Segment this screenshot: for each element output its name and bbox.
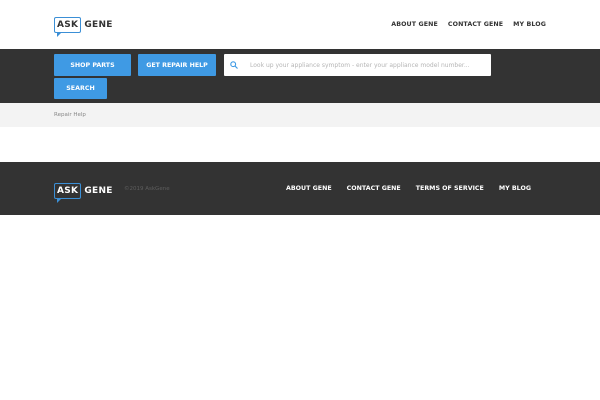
footer-askgene-logo[interactable]: ASK GENE — [54, 181, 113, 203]
nav-my-blog[interactable]: MY BLOG — [513, 21, 546, 28]
search-button[interactable]: SEARCH — [54, 78, 107, 99]
logo-ask: ASK — [54, 183, 82, 203]
site-header: ASK GENE ABOUT GENE CONTACT GENE MY BLOG — [0, 0, 600, 49]
nav-about-gene[interactable]: ABOUT GENE — [391, 21, 438, 28]
shop-parts-button[interactable]: SHOP PARTS — [54, 54, 131, 76]
action-bar: SHOP PARTS GET REPAIR HELP SEARCH — [0, 49, 600, 103]
footer-nav-about-gene[interactable]: ABOUT GENE — [286, 185, 332, 192]
top-nav: ABOUT GENE CONTACT GENE MY BLOG — [391, 21, 546, 28]
search-input[interactable] — [246, 61, 490, 69]
footer-nav: ABOUT GENE CONTACT GENE TERMS OF SERVICE… — [286, 185, 531, 192]
logo-ask: ASK — [54, 17, 82, 37]
breadcrumb-repair-help[interactable]: Repair Help — [54, 112, 86, 118]
breadcrumb: Repair Help — [0, 103, 600, 127]
logo-gene: GENE — [84, 20, 113, 30]
footer-nav-my-blog[interactable]: MY BLOG — [499, 185, 531, 192]
footer-nav-terms-of-service[interactable]: TERMS OF SERVICE — [416, 185, 484, 192]
search-icon — [230, 61, 246, 69]
logo-gene: GENE — [84, 186, 113, 196]
askgene-logo[interactable]: ASK GENE — [54, 15, 113, 37]
nav-contact-gene[interactable]: CONTACT GENE — [448, 21, 503, 28]
get-repair-help-button[interactable]: GET REPAIR HELP — [138, 54, 216, 76]
copyright-text: ©2019 AskGene — [124, 186, 170, 192]
site-footer: ASK GENE ©2019 AskGene ABOUT GENE CONTAC… — [0, 162, 600, 215]
footer-nav-contact-gene[interactable]: CONTACT GENE — [347, 185, 401, 192]
search-box — [224, 54, 491, 76]
